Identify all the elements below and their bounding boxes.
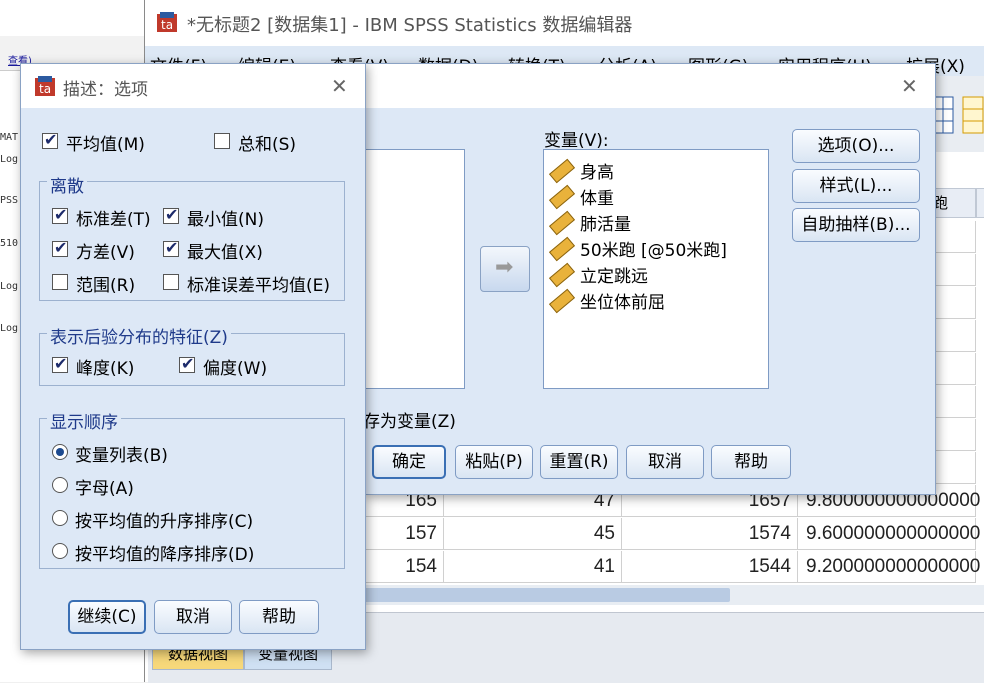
scale-ruler-icon: [548, 158, 576, 184]
table-cell[interactable]: 9.600000000000000: [798, 518, 980, 550]
maximum-label: 最大值(X): [187, 243, 263, 263]
list-item[interactable]: 立定跳远: [548, 262, 648, 288]
output-line: MAT: [0, 132, 19, 143]
range-checkbox[interactable]: [52, 274, 68, 290]
reset-button[interactable]: 重置(R): [540, 445, 618, 479]
selected-variable-list[interactable]: 身高 体重 肺活量 50米跑 [@50米跑] 立定跳远 坐位体前屈: [543, 149, 769, 389]
svg-text:ta: ta: [39, 82, 51, 96]
move-variable-button[interactable]: ➡: [480, 246, 530, 292]
output-line: 510: [0, 238, 19, 249]
distribution-title: 表示后验分布的特征(Z): [47, 323, 231, 348]
sum-label: 总和(S): [238, 135, 297, 155]
skewness-checkbox[interactable]: [179, 354, 195, 373]
std-dev-label: 标准差(T): [76, 210, 151, 230]
sem-label: 标准误差平均值(E): [187, 276, 331, 296]
order-alphabetic-radio[interactable]: [52, 477, 68, 493]
minimum-checkbox[interactable]: [163, 205, 179, 224]
scale-ruler-icon: [548, 288, 576, 314]
std-dev-checkbox[interactable]: [52, 205, 68, 224]
order-ascending-radio[interactable]: [52, 510, 68, 526]
scale-ruler-icon: [548, 184, 576, 210]
output-line: Log: [0, 281, 19, 292]
kurtosis-label: 峰度(K): [76, 359, 135, 379]
list-item[interactable]: 坐位体前屈: [548, 288, 665, 314]
skewness-label: 偏度(W): [203, 359, 268, 379]
help-button[interactable]: 帮助: [711, 445, 791, 479]
dialog-title-bar: [365, 64, 935, 108]
variance-checkbox[interactable]: [52, 238, 68, 257]
table-cell[interactable]: 157: [365, 518, 444, 550]
order-alphabetic-label: 字母(A): [75, 479, 134, 499]
cancel-button[interactable]: 取消: [154, 600, 232, 634]
display-order-title: 显示顺序: [47, 408, 121, 433]
minimum-label: 最小值(N): [187, 210, 264, 230]
order-ascending-label: 按平均值的升序排序(C): [75, 512, 254, 532]
close-icon[interactable]: ✕: [331, 74, 348, 98]
output-line: PSS: [0, 195, 19, 206]
variables-label: 变量(V):: [544, 131, 609, 151]
cancel-button[interactable]: 取消: [626, 445, 704, 479]
table-cell[interactable]: 9.200000000000000: [798, 551, 980, 583]
close-icon[interactable]: ✕: [901, 74, 918, 98]
value-labels-icon[interactable]: [962, 95, 984, 135]
ok-button[interactable]: 确定: [372, 445, 446, 479]
scale-ruler-icon: [548, 210, 576, 236]
scale-ruler-icon: [548, 262, 576, 288]
list-item[interactable]: 50米跑 [@50米跑]: [548, 236, 727, 262]
list-item[interactable]: 身高: [548, 158, 614, 184]
mean-label: 平均值(M): [66, 135, 145, 155]
column-header[interactable]: 跑: [930, 188, 976, 218]
scale-ruler-icon: [548, 236, 576, 262]
table-cell[interactable]: 154: [365, 551, 444, 583]
save-standardized-label: 另存为变量(Z): [364, 412, 456, 431]
range-label: 范围(R): [76, 276, 136, 296]
order-descending-label: 按平均值的降序排序(D): [75, 545, 255, 565]
variance-label: 方差(V): [76, 243, 135, 263]
svg-text:ta: ta: [161, 18, 173, 32]
sem-checkbox[interactable]: [163, 274, 179, 290]
window-title: *无标题2 [数据集1] - IBM SPSS Statistics 数据编辑器: [187, 15, 633, 36]
spss-app-icon: ta: [35, 76, 55, 96]
output-line: Log: [0, 323, 19, 334]
spss-app-icon: ta: [157, 12, 177, 32]
list-item[interactable]: 体重: [548, 184, 614, 210]
sum-checkbox[interactable]: [214, 133, 230, 149]
options-button[interactable]: 选项(O)...: [792, 129, 920, 163]
kurtosis-checkbox[interactable]: [52, 354, 68, 373]
order-descending-radio[interactable]: [52, 543, 68, 559]
title-bar: ta *无标题2 [数据集1] - IBM SPSS Statistics 数据…: [145, 0, 984, 46]
style-button[interactable]: 样式(L)...: [792, 169, 920, 203]
table-cell[interactable]: 45: [444, 518, 622, 550]
order-variable-list-radio[interactable]: [52, 444, 68, 460]
continue-button[interactable]: 继续(C): [68, 600, 146, 634]
source-variable-list[interactable]: [364, 149, 465, 389]
mean-checkbox[interactable]: [42, 130, 58, 149]
dialog-title: 描述：选项: [63, 80, 148, 100]
order-variable-list-label: 变量列表(B): [75, 446, 168, 466]
help-button[interactable]: 帮助: [239, 600, 319, 634]
dispersion-title: 离散: [47, 172, 87, 197]
table-cell[interactable]: 1544: [622, 551, 798, 583]
column-header[interactable]: [976, 188, 984, 218]
table-cell[interactable]: 1574: [622, 518, 798, 550]
arrow-right-icon: ➡: [495, 255, 514, 280]
bootstrap-button[interactable]: 自助抽样(B)...: [792, 208, 920, 242]
save-standardized-option[interactable]: 另存为变量(Z): [364, 405, 484, 431]
table-cell[interactable]: 41: [444, 551, 622, 583]
output-line: Log: [0, 154, 19, 165]
list-item[interactable]: 肺活量: [548, 210, 631, 236]
maximum-checkbox[interactable]: [163, 238, 179, 257]
paste-button[interactable]: 粘贴(P): [455, 445, 533, 479]
